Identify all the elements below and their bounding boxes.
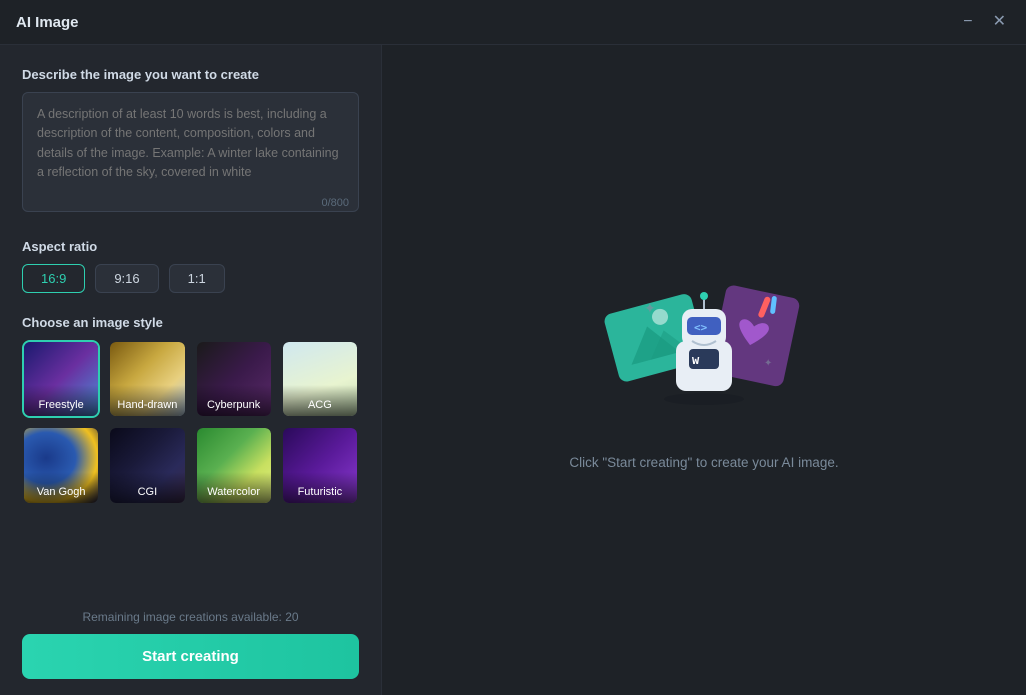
- style-label: Choose an image style: [22, 315, 359, 330]
- aspect-ratio-label: Aspect ratio: [22, 239, 359, 254]
- image-style-section: Choose an image style Freestyle Hand-dra…: [22, 315, 359, 594]
- svg-text:w: w: [692, 353, 700, 367]
- style-label-vangogh: Van Gogh: [24, 472, 98, 503]
- ratio-btn-1-1[interactable]: 1:1: [169, 264, 225, 293]
- aspect-ratio-section: Aspect ratio 16:9 9:16 1:1: [22, 239, 359, 293]
- app-window: AI Image − ✕ Describe the image you want…: [0, 0, 1026, 695]
- style-label-acg: ACG: [283, 385, 357, 416]
- style-item-acg[interactable]: ACG: [281, 340, 359, 418]
- title-bar: AI Image − ✕: [0, 0, 1026, 45]
- svg-text:✦: ✦: [644, 300, 656, 316]
- style-label-futuristic: Futuristic: [283, 472, 357, 503]
- style-item-cyberpunk[interactable]: Cyberpunk: [195, 340, 273, 418]
- right-hint: Click "Start creating" to create your AI…: [569, 455, 838, 470]
- style-label-cgi: CGI: [110, 472, 184, 503]
- ratio-btn-16-9[interactable]: 16:9: [22, 264, 85, 293]
- style-label-watercolor: Watercolor: [197, 472, 271, 503]
- illustration: <> w ✦ ✦: [594, 271, 814, 431]
- remaining-text: Remaining image creations available: 20: [22, 610, 359, 624]
- left-panel: Describe the image you want to create 0/…: [0, 45, 382, 695]
- main-content: Describe the image you want to create 0/…: [0, 45, 1026, 695]
- style-label-freestyle: Freestyle: [24, 385, 98, 416]
- window-controls: − ✕: [959, 12, 1010, 32]
- style-grid: Freestyle Hand-drawn Cyberpunk ACG: [22, 340, 359, 505]
- style-item-watercolor[interactable]: Watercolor: [195, 426, 273, 504]
- style-item-vangogh[interactable]: Van Gogh: [22, 426, 100, 504]
- ratio-buttons: 16:9 9:16 1:1: [22, 264, 359, 293]
- ratio-btn-9-16[interactable]: 9:16: [95, 264, 158, 293]
- window-title: AI Image: [16, 14, 79, 31]
- close-button[interactable]: ✕: [989, 12, 1010, 32]
- char-count: 0/800: [321, 197, 349, 209]
- textarea-wrapper: 0/800: [22, 92, 359, 217]
- svg-text:<>: <>: [694, 321, 708, 334]
- style-label-handdrawn: Hand-drawn: [110, 385, 184, 416]
- style-label-cyberpunk: Cyberpunk: [197, 385, 271, 416]
- right-panel: <> w ✦ ✦ Click "Start creating" to cre: [382, 45, 1026, 695]
- style-item-futuristic[interactable]: Futuristic: [281, 426, 359, 504]
- style-item-handdrawn[interactable]: Hand-drawn: [108, 340, 186, 418]
- svg-text:✦: ✦: [764, 358, 772, 369]
- bottom-section: Remaining image creations available: 20 …: [22, 594, 359, 679]
- description-textarea[interactable]: [22, 92, 359, 212]
- start-creating-button[interactable]: Start creating: [22, 634, 359, 679]
- style-item-cgi[interactable]: CGI: [108, 426, 186, 504]
- style-item-freestyle[interactable]: Freestyle: [22, 340, 100, 418]
- illustration-svg: <> w ✦ ✦: [594, 271, 814, 431]
- minimize-button[interactable]: −: [959, 12, 976, 32]
- description-label: Describe the image you want to create: [22, 67, 359, 82]
